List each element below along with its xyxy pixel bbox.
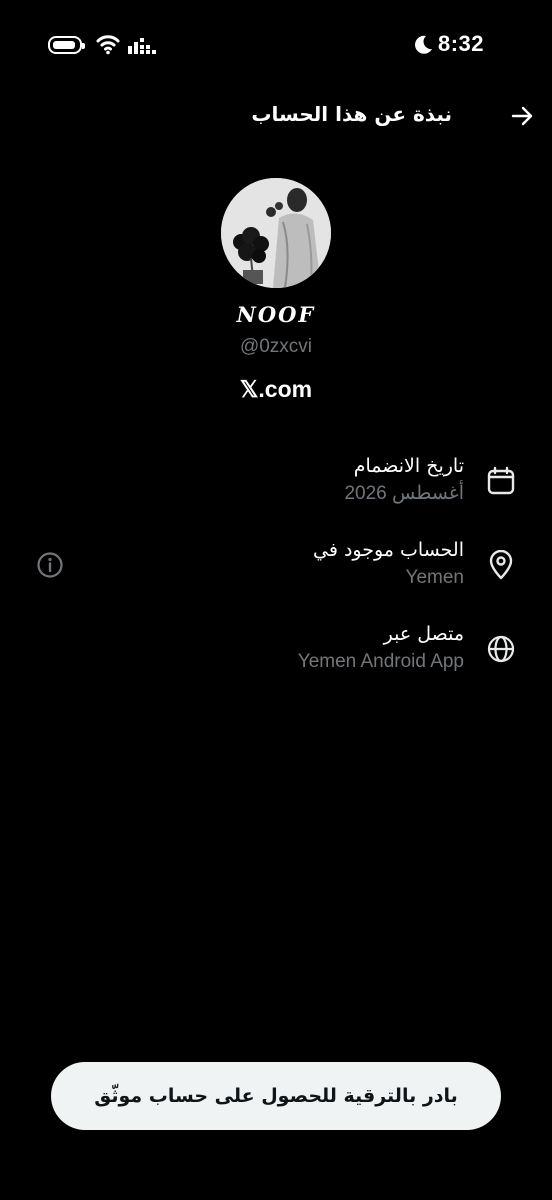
page-title: نبذة عن هذا الحساب [251, 102, 452, 126]
location-value: Yemen [405, 567, 464, 588]
joined-row: تاريخ الانضمام أغسطس 2026 [0, 452, 552, 522]
location-text: الحساب موجود في Yemen [313, 536, 464, 592]
connected-label: متصل عبر [383, 623, 464, 645]
moon-icon [415, 35, 432, 54]
domain-label: 𝕏.com [239, 376, 313, 402]
connected-row: متصل عبر Yemen Android App [0, 620, 552, 690]
globe-icon [487, 635, 515, 663]
location-pin-icon [489, 550, 513, 580]
display-name: 𝑵𝑶𝑶𝑭 [236, 302, 316, 327]
avatar-photo [221, 178, 331, 288]
joined-text: تاريخ الانضمام أغسطس 2026 [344, 452, 464, 508]
connected-value: Yemen Android App [297, 651, 464, 672]
upgrade-verified-button[interactable]: بادر بالترقية للحصول على حساب موثّق [51, 1062, 501, 1130]
username-handle[interactable]: @0zxcvi [0, 336, 552, 358]
status-bar: 8:32 [0, 0, 552, 90]
signal-icon [128, 38, 156, 54]
connected-text: متصل عبر Yemen Android App [298, 620, 464, 676]
location-row: الحساب موجود في Yemen [0, 536, 552, 606]
joined-label: تاريخ الانضمام [353, 455, 464, 477]
location-label: الحساب موجود في [313, 539, 464, 561]
status-time: 8:32 [438, 31, 485, 56]
calendar-icon [487, 466, 515, 495]
info-icon[interactable] [36, 551, 64, 579]
joined-value: أغسطس 2026 [344, 483, 464, 504]
arrow-right-icon[interactable] [508, 102, 536, 130]
battery-icon [48, 36, 85, 54]
header: نبذة عن هذا الحساب [0, 96, 552, 136]
wifi-icon [96, 35, 120, 55]
avatar[interactable] [221, 178, 331, 288]
